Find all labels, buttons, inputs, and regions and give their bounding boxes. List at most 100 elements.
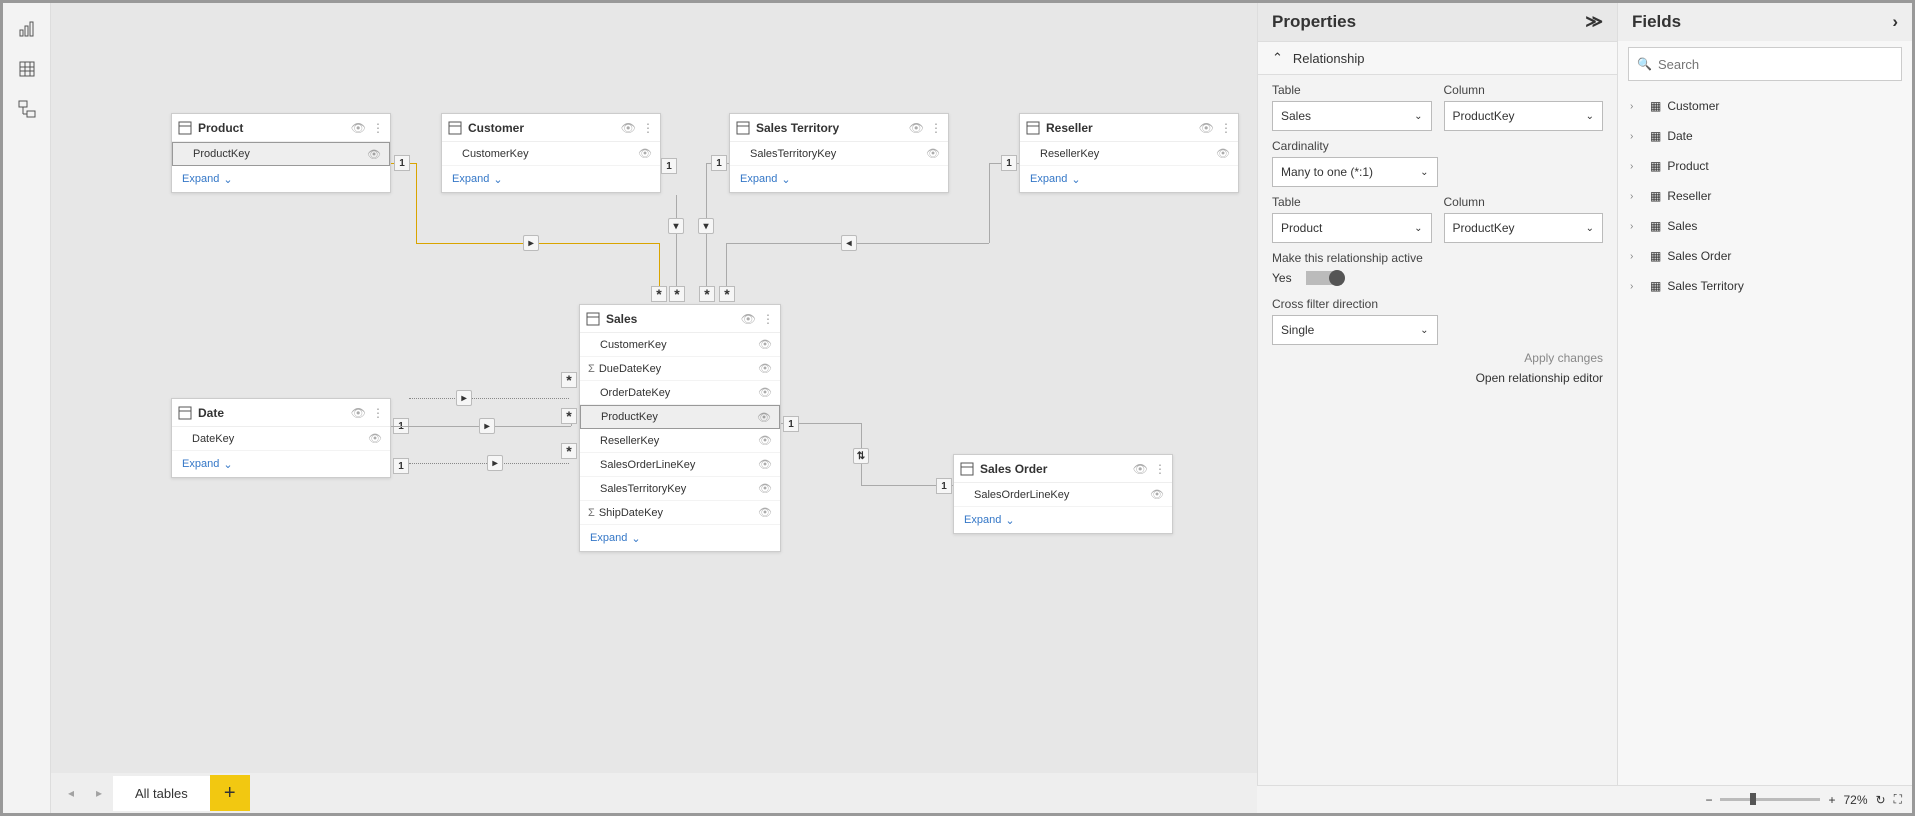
hidden-icon[interactable]: 👁 <box>367 148 381 161</box>
hidden-icon[interactable]: 👁 <box>1150 488 1164 501</box>
visibility-icon[interactable]: 👁 <box>1133 462 1148 476</box>
more-icon[interactable]: ⋮ <box>642 121 654 135</box>
field-table-customer[interactable]: ›▦Customer <box>1624 91 1906 121</box>
expand-button[interactable]: Expand⌄ <box>580 525 780 551</box>
tab-strip: ◂ ▸ All tables + <box>51 773 1257 813</box>
field-row[interactable]: SalesOrderLineKey👁 <box>580 453 780 477</box>
field-row[interactable]: SalesOrderLineKey👁 <box>954 483 1172 507</box>
field-row[interactable]: ΣDueDateKey👁 <box>580 357 780 381</box>
visibility-icon[interactable]: 👁 <box>741 312 756 326</box>
tab-next-button[interactable]: ▸ <box>85 779 113 807</box>
zoom-out-button[interactable]: − <box>1705 793 1712 807</box>
hidden-icon[interactable]: 👁 <box>926 147 940 160</box>
field-row[interactable]: SalesTerritoryKey👁 <box>730 142 948 166</box>
hidden-icon[interactable]: 👁 <box>368 432 382 445</box>
expand-button[interactable]: Expand⌄ <box>1020 166 1238 192</box>
field-table-product[interactable]: ›▦Product <box>1624 151 1906 181</box>
tab-prev-button[interactable]: ◂ <box>57 779 85 807</box>
hidden-icon[interactable]: 👁 <box>757 411 771 424</box>
toggle-active[interactable] <box>1306 271 1342 285</box>
card-title: Customer <box>468 121 617 135</box>
visibility-icon[interactable]: 👁 <box>351 121 366 135</box>
field-table-date[interactable]: ›▦Date <box>1624 121 1906 151</box>
expand-button[interactable]: Expand⌄ <box>954 507 1172 533</box>
field-row[interactable]: CustomerKey👁 <box>442 142 660 166</box>
hidden-icon[interactable]: 👁 <box>758 386 772 399</box>
field-table-salesorder[interactable]: ›▦Sales Order <box>1624 241 1906 271</box>
section-relationship[interactable]: ⌃ Relationship <box>1258 41 1617 75</box>
collapse-pane-icon[interactable]: ≫ <box>1585 12 1603 32</box>
field-row[interactable]: ΣShipDateKey👁 <box>580 501 780 525</box>
select-cardinality[interactable]: Many to one (*:1)⌄ <box>1272 157 1438 187</box>
more-icon[interactable]: ⋮ <box>1154 462 1166 476</box>
select-column1[interactable]: ProductKey⌄ <box>1444 101 1604 131</box>
tab-all-tables[interactable]: All tables <box>113 776 210 811</box>
relationship-line[interactable] <box>676 195 677 288</box>
table-card-customer[interactable]: Customer 👁 ⋮ CustomerKey👁 Expand⌄ <box>441 113 661 193</box>
more-icon[interactable]: ⋮ <box>372 406 384 420</box>
relationship-line[interactable] <box>726 243 989 244</box>
field-row[interactable]: ResellerKey👁 <box>580 429 780 453</box>
hidden-icon[interactable]: 👁 <box>758 458 772 471</box>
apply-changes-link[interactable]: Apply changes <box>1272 351 1603 365</box>
zoom-slider[interactable] <box>1720 798 1820 801</box>
select-table2[interactable]: Product⌄ <box>1272 213 1432 243</box>
more-icon[interactable]: ⋮ <box>762 312 774 326</box>
field-table-territory[interactable]: ›▦Sales Territory <box>1624 271 1906 301</box>
select-table1[interactable]: Sales⌄ <box>1272 101 1432 131</box>
visibility-icon[interactable]: 👁 <box>1199 121 1214 135</box>
relationship-line[interactable] <box>989 163 990 243</box>
add-tab-button[interactable]: + <box>210 775 250 811</box>
relationship-line[interactable] <box>726 243 727 288</box>
table-card-sales[interactable]: Sales 👁 ⋮ CustomerKey👁 ΣDueDateKey👁 Orde… <box>579 304 781 552</box>
field-row[interactable]: ProductKey👁 <box>580 405 780 429</box>
view-model-icon[interactable] <box>9 91 45 127</box>
fit-page-icon[interactable]: ⛶ <box>1894 792 1902 807</box>
hidden-icon[interactable]: 👁 <box>758 434 772 447</box>
more-icon[interactable]: ⋮ <box>372 121 384 135</box>
field-row[interactable]: OrderDateKey👁 <box>580 381 780 405</box>
select-crossfilter[interactable]: Single⌄ <box>1272 315 1438 345</box>
chevron-right-icon: › <box>1630 161 1644 172</box>
hidden-icon[interactable]: 👁 <box>758 506 772 519</box>
visibility-icon[interactable]: 👁 <box>351 406 366 420</box>
more-icon[interactable]: ⋮ <box>930 121 942 135</box>
view-report-icon[interactable] <box>9 11 45 47</box>
expand-button[interactable]: Expand⌄ <box>730 166 948 192</box>
hidden-icon[interactable]: 👁 <box>758 338 772 351</box>
relationship-line[interactable] <box>659 243 660 288</box>
table-card-reseller[interactable]: Reseller 👁 ⋮ ResellerKey👁 Expand⌄ <box>1019 113 1239 193</box>
field-row[interactable]: ResellerKey👁 <box>1020 142 1238 166</box>
field-row[interactable]: SalesTerritoryKey👁 <box>580 477 780 501</box>
visibility-icon[interactable]: 👁 <box>621 121 636 135</box>
field-table-sales[interactable]: ›▦Sales <box>1624 211 1906 241</box>
model-canvas[interactable]: Product 👁 ⋮ ProductKey👁 Expand⌄ Customer… <box>51 3 1257 768</box>
expand-button[interactable]: Expand⌄ <box>442 166 660 192</box>
hidden-icon[interactable]: 👁 <box>638 147 652 160</box>
more-icon[interactable]: ⋮ <box>1220 121 1232 135</box>
expand-button[interactable]: Expand⌄ <box>172 451 390 477</box>
table-card-product[interactable]: Product 👁 ⋮ ProductKey👁 Expand⌄ <box>171 113 391 193</box>
hidden-icon[interactable]: 👁 <box>1216 147 1230 160</box>
zoom-in-button[interactable]: + <box>1828 793 1835 807</box>
field-row[interactable]: CustomerKey👁 <box>580 333 780 357</box>
expand-button[interactable]: Expand⌄ <box>172 166 390 192</box>
field-table-reseller[interactable]: ›▦Reseller <box>1624 181 1906 211</box>
search-input[interactable] <box>1658 57 1893 72</box>
relationship-line[interactable] <box>416 163 417 243</box>
collapse-pane-icon[interactable]: › <box>1892 12 1898 32</box>
reset-zoom-icon[interactable]: ↻ <box>1876 793 1886 807</box>
field-row[interactable]: ProductKey👁 <box>172 142 390 166</box>
relationship-line-inactive[interactable] <box>409 398 569 399</box>
select-column2[interactable]: ProductKey⌄ <box>1444 213 1604 243</box>
hidden-icon[interactable]: 👁 <box>758 362 772 375</box>
search-input-wrapper[interactable]: 🔍 <box>1628 47 1902 81</box>
field-row[interactable]: DateKey👁 <box>172 427 390 451</box>
view-data-icon[interactable] <box>9 51 45 87</box>
hidden-icon[interactable]: 👁 <box>758 482 772 495</box>
table-card-date[interactable]: Date 👁 ⋮ DateKey👁 Expand⌄ <box>171 398 391 478</box>
visibility-icon[interactable]: 👁 <box>909 121 924 135</box>
table-card-salesorder[interactable]: Sales Order 👁 ⋮ SalesOrderLineKey👁 Expan… <box>953 454 1173 534</box>
open-editor-link[interactable]: Open relationship editor <box>1272 371 1603 385</box>
table-card-territory[interactable]: Sales Territory 👁 ⋮ SalesTerritoryKey👁 E… <box>729 113 949 193</box>
